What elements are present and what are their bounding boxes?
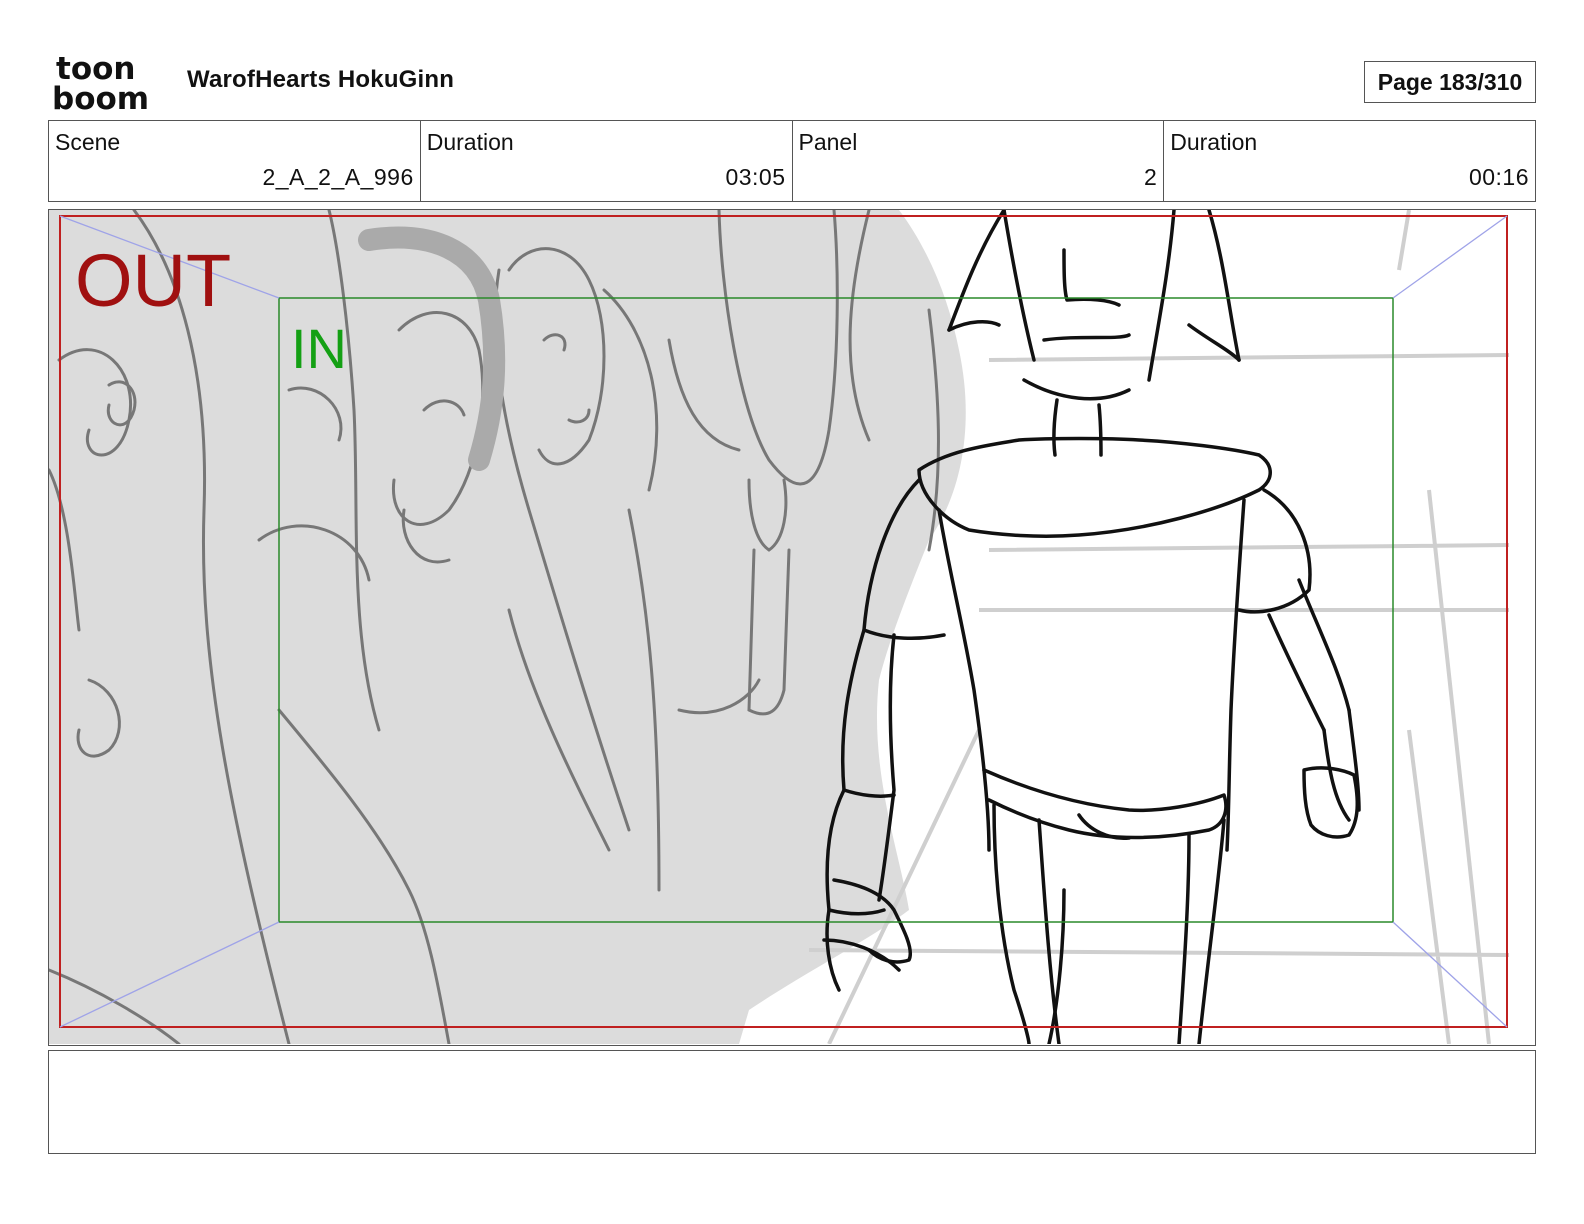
panel-cell: Panel 2 <box>793 121 1165 201</box>
panel-duration-label: Duration <box>1170 129 1258 155</box>
scene-duration-label: Duration <box>426 129 514 155</box>
panel-sketch: OUT IN <box>49 210 1510 1044</box>
scene-duration-value: 03:05 <box>725 164 786 190</box>
scene-duration-cell: Duration 03:05 <box>421 121 793 201</box>
toonboom-logo: toon boom <box>52 51 164 117</box>
panel-notes-box <box>48 1050 1536 1154</box>
out-label: OUT <box>75 239 231 322</box>
panel-duration-value: 00:16 <box>1468 164 1529 190</box>
panel-value: 2 <box>1143 164 1158 190</box>
panel-label: Panel <box>798 129 858 155</box>
panel-info-table: Scene 2_A_2_A_996 Duration 03:05 Panel 2… <box>48 120 1536 202</box>
project-title: WarofHearts HokuGinn <box>187 66 455 93</box>
scene-cell: Scene 2_A_2_A_996 <box>49 121 421 201</box>
page-indicator: Page 183/310 <box>1364 61 1536 103</box>
in-label: IN <box>291 317 347 380</box>
scene-value: 2_A_2_A_996 <box>262 164 414 190</box>
panel-duration-cell: Duration 00:16 <box>1164 121 1535 201</box>
logo-text-bottom: boom <box>52 81 149 112</box>
storyboard-panel: OUT IN <box>48 209 1536 1046</box>
scene-label: Scene <box>55 129 121 155</box>
